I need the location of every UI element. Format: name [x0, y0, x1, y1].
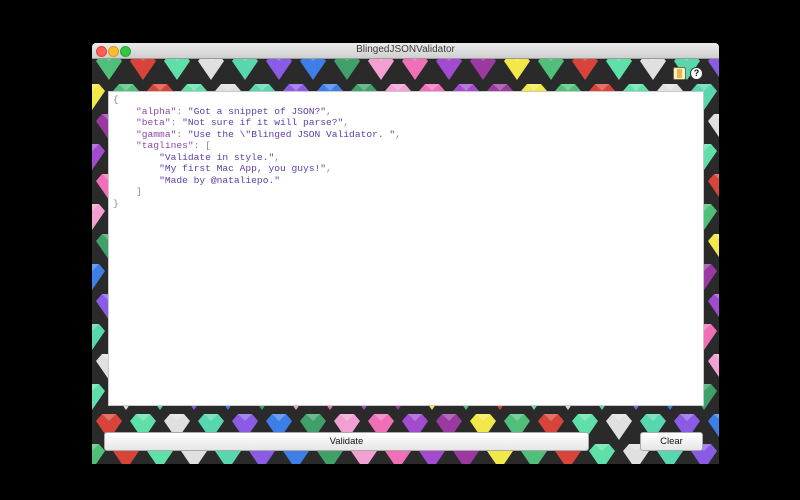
gem-shape — [640, 59, 666, 80]
gem-shape — [470, 59, 496, 80]
gem-shape — [708, 174, 719, 198]
book-icon[interactable] — [673, 67, 686, 80]
gem-shape — [504, 59, 530, 80]
gem-shape — [232, 59, 258, 80]
code-line: { — [113, 94, 119, 105]
window-title: BlingedJSONValidator — [356, 44, 455, 55]
json-editor[interactable]: { "alpha": "Got a snippet of JSON?", "be… — [108, 91, 704, 406]
gem-shape — [606, 59, 632, 80]
gem-shape — [96, 59, 122, 80]
gem-shape — [164, 59, 190, 80]
gem-shape — [538, 59, 564, 80]
json-text[interactable]: { "alpha": "Got a snippet of JSON?", "be… — [109, 92, 703, 211]
gem-shape — [130, 59, 156, 80]
code-line: "gamma": "Use the \"Blinged JSON Validat… — [136, 128, 401, 140]
gem-shape — [436, 59, 462, 80]
code-line: "My first Mac App, you guys!", — [159, 163, 332, 174]
app-window: BlingedJSONValidator ? { "alpha": "Got a… — [92, 43, 719, 464]
gem-shape — [300, 59, 326, 80]
help-icon[interactable]: ? — [690, 67, 703, 80]
gem-shape — [198, 59, 224, 80]
gem-shape — [708, 234, 719, 258]
code-line: "taglines": [ — [136, 140, 211, 151]
gem-shape — [708, 59, 719, 78]
gem-shape — [708, 294, 719, 318]
clear-button[interactable]: Clear — [640, 432, 703, 451]
validate-button[interactable]: Validate — [104, 432, 589, 451]
code-line: ] — [113, 186, 142, 197]
gem-shape — [708, 354, 719, 378]
title-bar[interactable]: BlingedJSONValidator — [92, 43, 719, 59]
code-line: } — [113, 197, 119, 209]
code-line: "alpha": "Got a snippet of JSON?", — [136, 105, 332, 117]
gem-shape — [334, 59, 360, 80]
gem-shape — [266, 59, 292, 80]
gem-shape — [402, 59, 428, 80]
code-line: "beta": "Not sure if it will parse?", — [136, 117, 350, 128]
gem-shape — [708, 414, 719, 438]
gem-shape — [368, 59, 394, 80]
gem-shape — [572, 59, 598, 80]
gem-shape — [708, 114, 719, 138]
code-line: "Validate in style.", — [159, 151, 280, 163]
code-line: "Made by @nataliepo." — [159, 174, 280, 186]
